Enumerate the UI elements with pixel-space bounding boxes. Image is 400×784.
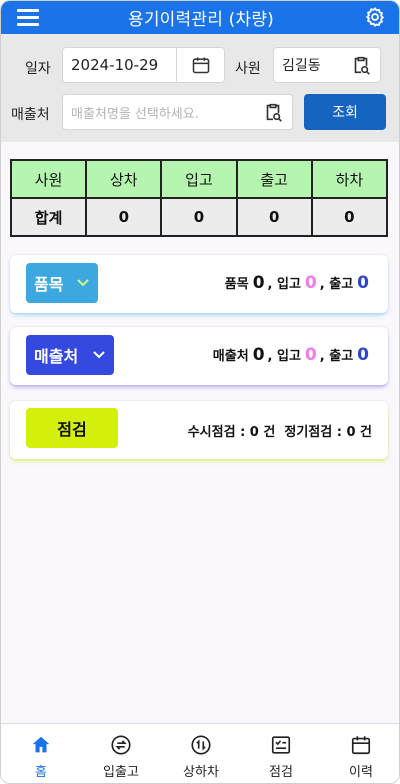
customer-placeholder: 매출처명을 선택하세요. (71, 106, 199, 122)
employee-field[interactable]: 김길동 (273, 47, 381, 83)
table-row: 합계 0 0 0 0 (9, 197, 389, 237)
table-cell: 합계 (9, 197, 88, 237)
table-header: 입고 (160, 159, 238, 199)
calendar-button[interactable] (176, 48, 224, 82)
summary-table: 사원 상차 입고 출고 하차 합계 0 0 0 0 (9, 159, 389, 237)
app-bar: 용기이력관리 (차량) (1, 1, 399, 34)
stat-value: 0 (252, 345, 265, 365)
clipboard-search-icon[interactable] (350, 54, 372, 76)
nav-home[interactable]: 홈 (1, 724, 81, 783)
filter-panel: 일자 2024-10-29 사원 김길동 매출처 매출처명을 선택하세요. 조회 (1, 34, 399, 142)
calendar-icon (351, 736, 371, 755)
table-cell: 0 (235, 197, 313, 237)
stat-label: 출고 (329, 349, 354, 364)
in-value: 0 (304, 273, 317, 293)
date-label: 일자 (25, 61, 51, 77)
nav-label: 입출고 (103, 765, 139, 780)
home-icon (32, 736, 50, 753)
inspection-card: 점검 수시점검 : 0 건 정기점검 : 0 건 (10, 401, 388, 459)
hamburger-menu-icon[interactable] (17, 9, 39, 27)
nav-inspection[interactable]: 점검 (241, 724, 321, 783)
stat-label: 입고 (277, 349, 301, 364)
calendar-icon (192, 57, 209, 74)
nav-label: 점검 (269, 765, 293, 780)
item-button-label: 품목 (34, 275, 64, 294)
table-header: 상차 (85, 159, 163, 199)
table-header-row: 사원 상차 입고 출고 하차 (9, 159, 389, 199)
item-stats: 품목 0 , 입고 0 , 출고 0 (224, 273, 369, 293)
out-value: 0 (357, 273, 369, 293)
search-button[interactable]: 조회 (304, 94, 386, 130)
chevron-down-icon (77, 279, 89, 287)
inspection-button[interactable]: 점검 (26, 408, 118, 448)
in-value: 0 (304, 345, 317, 365)
customer-field[interactable]: 매출처명을 선택하세요. (62, 94, 293, 130)
stat-label: 매출처 (212, 349, 249, 364)
nav-history[interactable]: 이력 (321, 724, 399, 783)
item-card: 품목 품목 0 , 입고 0 , 출고 0 (10, 255, 388, 313)
customer-stats: 매출처 0 , 입고 0 , 출고 0 (212, 345, 369, 365)
stat-label: 출고 (329, 277, 354, 292)
stat-value: 0 (252, 273, 265, 293)
gear-icon[interactable] (364, 6, 386, 28)
out-value: 0 (357, 345, 369, 365)
app-frame: 용기이력관리 (차량) 일자 2024-10-29 사원 김길동 매출처 매출처… (0, 0, 400, 784)
page-title: 용기이력관리 (차량) (128, 10, 274, 30)
nav-inout[interactable]: 입출고 (81, 724, 161, 783)
table-cell: 0 (160, 197, 238, 237)
customer-card: 매출처 매출처 0 , 입고 0 , 출고 0 (10, 327, 388, 385)
stat-label: 입고 (277, 277, 301, 292)
nav-label: 상하차 (183, 765, 219, 780)
checklist-icon (271, 736, 291, 754)
customer-dropdown-button[interactable]: 매출처 (26, 335, 114, 375)
customer-label: 매출처 (11, 107, 50, 123)
employee-label: 사원 (235, 61, 261, 77)
table-header: 사원 (9, 159, 88, 199)
clipboard-search-icon[interactable] (262, 101, 284, 123)
table-cell: 0 (85, 197, 163, 237)
nav-loading[interactable]: 상하차 (161, 724, 241, 783)
bottom-nav: 홈 입출고 상하차 점검 이력 (1, 723, 399, 783)
table-cell: 0 (310, 197, 389, 237)
updown-icon (191, 735, 211, 755)
customer-button-label: 매출처 (34, 347, 79, 366)
inspection-stats: 수시점검 : 0 건 정기점검 : 0 건 (187, 425, 372, 440)
nav-label: 홈 (35, 765, 47, 780)
nav-label: 이력 (349, 765, 373, 780)
table-header: 하차 (310, 159, 389, 199)
chevron-down-icon (93, 351, 105, 359)
exchange-icon (111, 735, 131, 755)
employee-value: 김길동 (282, 58, 321, 74)
table-header: 출고 (235, 159, 313, 199)
item-dropdown-button[interactable]: 품목 (26, 263, 98, 303)
stat-label: 품목 (224, 277, 249, 292)
date-value: 2024-10-29 (71, 56, 159, 74)
date-field[interactable]: 2024-10-29 (62, 47, 225, 83)
